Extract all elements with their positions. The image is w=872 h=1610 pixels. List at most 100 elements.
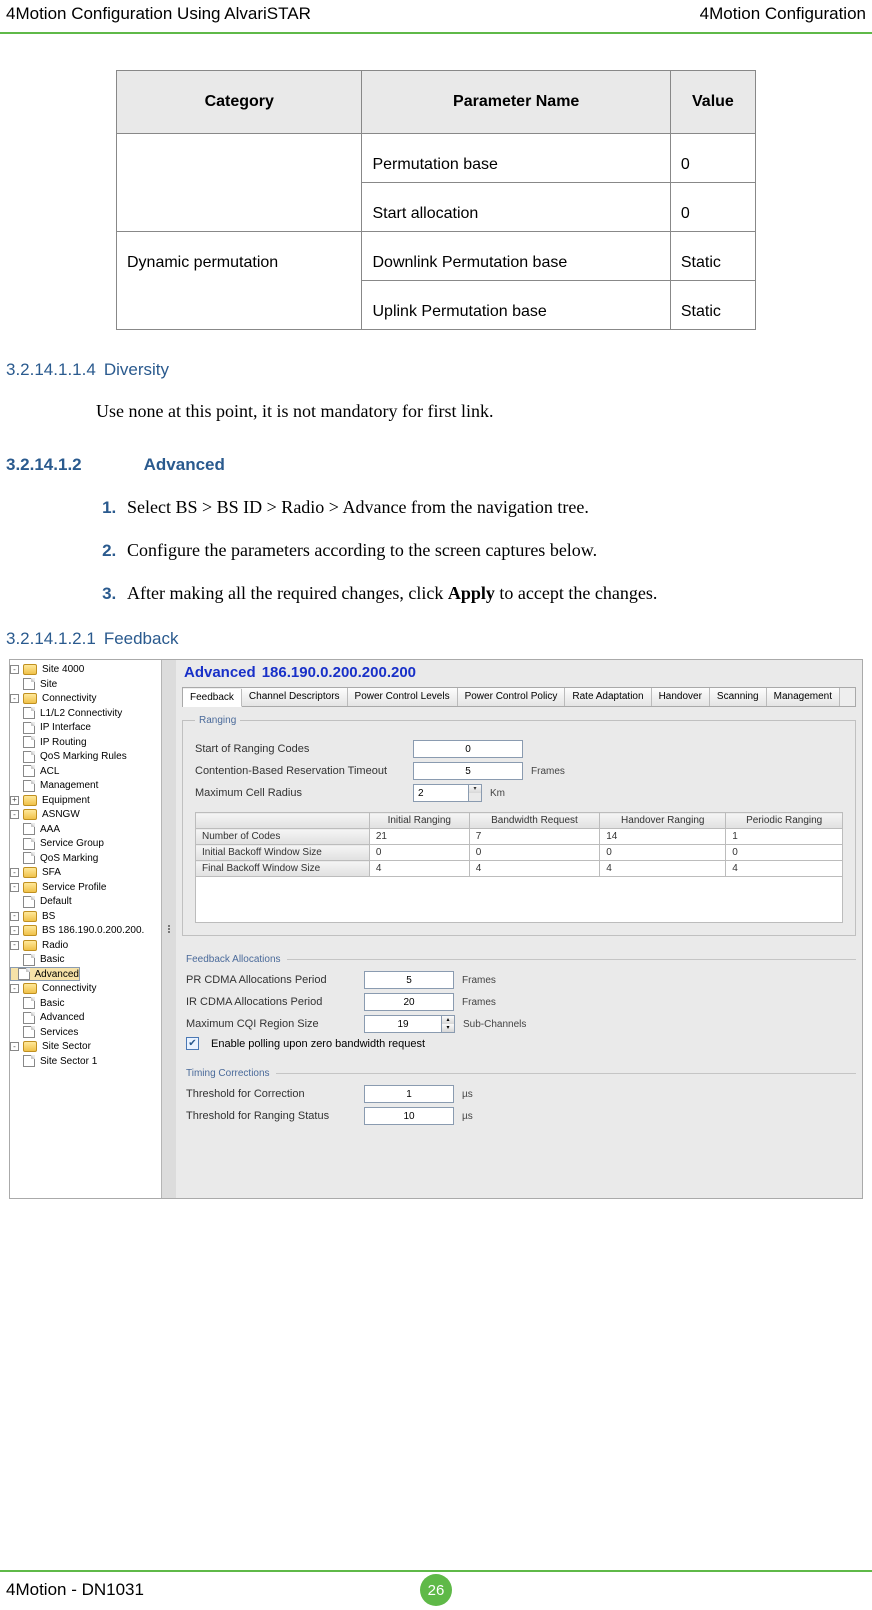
table-row: Uplink Permutation base Static xyxy=(117,281,756,330)
ranging-cell[interactable]: 0 xyxy=(369,845,469,861)
folder-icon xyxy=(23,795,37,806)
header-left: 4Motion Configuration Using AlvariSTAR xyxy=(6,4,311,24)
nav-tree[interactable]: -Site 4000Site-ConnectivityL1/L2 Connect… xyxy=(10,660,162,1198)
enable-polling-checkbox[interactable]: ✔ xyxy=(186,1037,199,1050)
ranging-cell[interactable]: 0 xyxy=(469,845,599,861)
tree-toggle-icon[interactable]: - xyxy=(10,984,19,993)
tab-power-control-policy[interactable]: Power Control Policy xyxy=(458,688,566,706)
ranging-table: Initial RangingBandwidth RequestHandover… xyxy=(195,812,843,877)
cell-category: Dynamic permutation xyxy=(117,232,362,281)
splitter-handle[interactable] xyxy=(162,660,176,1198)
ranging-cell[interactable]: 7 xyxy=(469,829,599,845)
parameter-table: Category Parameter Name Value Permutatio… xyxy=(116,70,756,330)
tree-item-label: Service Group xyxy=(40,838,104,849)
thr-label: Threshold for Ranging Status xyxy=(186,1110,356,1122)
ranging-cell[interactable]: 4 xyxy=(600,861,726,877)
cqi-input[interactable] xyxy=(364,1015,442,1033)
tree-item[interactable]: L1/L2 Connectivity xyxy=(10,706,161,721)
thr-input[interactable] xyxy=(364,1107,454,1125)
file-icon xyxy=(23,954,35,966)
tree-item[interactable]: Basic xyxy=(10,952,161,967)
ranging-cell[interactable]: 21 xyxy=(369,829,469,845)
tree-item[interactable]: - BS xyxy=(10,909,161,924)
tree-item[interactable]: -BS 186.190.0.200.200. xyxy=(10,923,161,938)
pr-input[interactable] xyxy=(364,971,454,989)
tab-channel-descriptors[interactable]: Channel Descriptors xyxy=(242,688,348,706)
tree-item[interactable]: ACL xyxy=(10,764,161,779)
ranging-cell[interactable]: 4 xyxy=(469,861,599,877)
section-number: 3.2.14.1.1.4 xyxy=(6,360,96,380)
tab-power-control-levels[interactable]: Power Control Levels xyxy=(348,688,458,706)
section-title: Feedback xyxy=(104,629,179,649)
tab-handover[interactable]: Handover xyxy=(652,688,710,706)
tree-item[interactable]: IP Interface xyxy=(10,720,161,735)
tree-item[interactable]: -Connectivity xyxy=(10,691,161,706)
tree-item[interactable]: Site xyxy=(10,677,161,692)
maxcell-select[interactable] xyxy=(413,784,469,802)
tree-item[interactable]: QoS Marking Rules xyxy=(10,749,161,764)
tab-management[interactable]: Management xyxy=(767,688,840,706)
tree-item[interactable]: Default xyxy=(10,894,161,909)
tree-toggle-icon[interactable]: - xyxy=(10,694,19,703)
tree-item[interactable]: Management xyxy=(10,778,161,793)
contention-input[interactable] xyxy=(413,762,523,780)
tree-item[interactable]: AAA xyxy=(10,822,161,837)
tree-toggle-icon[interactable]: - xyxy=(10,810,19,819)
tree-item[interactable]: Site Sector 1 xyxy=(10,1054,161,1069)
tab-scanning[interactable]: Scanning xyxy=(710,688,767,706)
ir-input[interactable] xyxy=(364,993,454,1011)
ranging-cell[interactable]: 4 xyxy=(369,861,469,877)
pr-label: PR CDMA Allocations Period xyxy=(186,974,356,986)
ranging-cell[interactable]: 14 xyxy=(600,829,726,845)
tab-bar: FeedbackChannel DescriptorsPower Control… xyxy=(182,687,856,707)
tree-item[interactable]: -Site 4000 xyxy=(10,662,161,677)
tree-item[interactable]: Basic xyxy=(10,996,161,1011)
tree-toggle-icon[interactable]: - xyxy=(10,941,19,950)
tree-toggle-icon[interactable]: - xyxy=(10,883,19,892)
tree-item[interactable]: -Site Sector xyxy=(10,1039,161,1054)
tree-item[interactable]: IP Routing xyxy=(10,735,161,750)
ranging-cell[interactable]: 1 xyxy=(726,829,843,845)
tree-item[interactable]: Advanced xyxy=(10,967,80,982)
tree-item-label: IP Interface xyxy=(40,722,91,733)
tree-item[interactable]: Advanced xyxy=(10,1010,161,1025)
tree-item-label: BS xyxy=(42,911,55,922)
ranging-cell[interactable]: 0 xyxy=(600,845,726,861)
tree-toggle-icon[interactable]: - xyxy=(10,665,19,674)
file-icon xyxy=(23,678,35,690)
tree-item[interactable]: Services xyxy=(10,1025,161,1040)
tree-toggle-icon[interactable]: + xyxy=(10,796,19,805)
tree-item-label: Management xyxy=(40,780,98,791)
spinner-icon[interactable]: ▴▾ xyxy=(442,1015,455,1033)
main-pane: Advanced 186.190.0.200.200.200 FeedbackC… xyxy=(176,660,862,1198)
folder-icon xyxy=(23,882,37,893)
dropdown-icon[interactable]: ▾ xyxy=(469,784,482,802)
tree-item[interactable]: -SFA xyxy=(10,865,161,880)
tree-item[interactable]: QoS Marking xyxy=(10,851,161,866)
folder-icon xyxy=(23,867,37,878)
tree-item[interactable]: -ASNGW xyxy=(10,807,161,822)
tree-toggle-icon[interactable]: - xyxy=(10,1042,19,1051)
tree-item[interactable]: + Equipment xyxy=(10,793,161,808)
ranging-cell[interactable]: 0 xyxy=(726,845,843,861)
table-row: Dynamic permutation Downlink Permutation… xyxy=(117,232,756,281)
tree-toggle-icon[interactable]: - xyxy=(10,868,19,877)
tree-item[interactable]: -Service Profile xyxy=(10,880,161,895)
tree-item[interactable]: Service Group xyxy=(10,836,161,851)
tree-toggle-icon[interactable]: - xyxy=(10,926,19,935)
tab-feedback[interactable]: Feedback xyxy=(183,689,242,707)
tab-rate-adaptation[interactable]: Rate Adaptation xyxy=(565,688,651,706)
start-ranging-input[interactable] xyxy=(413,740,523,758)
table-row: Start allocation 0 xyxy=(117,183,756,232)
tree-item[interactable]: -Connectivity xyxy=(10,981,161,996)
step-text-post: to accept the changes. xyxy=(495,583,657,603)
tree-item-label: Basic xyxy=(40,954,64,965)
ranging-cell[interactable]: 4 xyxy=(726,861,843,877)
thc-input[interactable] xyxy=(364,1085,454,1103)
start-ranging-label: Start of Ranging Codes xyxy=(195,743,405,755)
tree-item-label: Equipment xyxy=(42,795,90,806)
tree-toggle-icon[interactable]: - xyxy=(10,912,19,921)
tree-item[interactable]: -Radio xyxy=(10,938,161,953)
th-value: Value xyxy=(670,71,755,134)
section-advanced: 3.2.14.1.2 Advanced xyxy=(6,455,866,475)
